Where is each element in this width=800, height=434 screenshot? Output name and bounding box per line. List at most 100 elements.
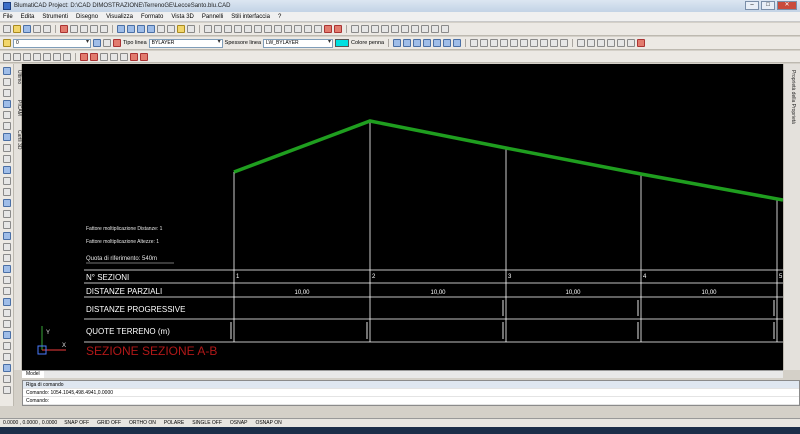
snap-node-icon[interactable] [500, 39, 509, 47]
edit-text-icon[interactable] [120, 52, 128, 61]
snap-endpoint-icon[interactable] [470, 39, 479, 47]
paste-icon[interactable] [80, 25, 88, 33]
tool-2-icon[interactable] [2, 78, 11, 86]
hatch-icon[interactable] [284, 25, 292, 33]
zoom-realtime-icon[interactable] [127, 25, 135, 33]
pan-icon[interactable] [117, 25, 125, 33]
tool-9-icon[interactable] [2, 155, 11, 163]
cancel-icon[interactable] [140, 52, 148, 61]
stop-icon[interactable] [130, 52, 138, 61]
tool-8-icon[interactable] [2, 144, 11, 152]
layer-manager-icon[interactable] [3, 39, 11, 47]
snap-perpendicular-icon[interactable] [530, 39, 539, 47]
lineweight-select[interactable]: LW_BYLAYER [263, 38, 334, 48]
tool-21-icon[interactable] [2, 287, 11, 295]
point-icon[interactable] [294, 25, 302, 33]
menu-edita[interactable]: Edita [21, 14, 35, 20]
trim-icon[interactable] [3, 52, 11, 61]
edit-polyline-icon[interactable] [110, 52, 118, 61]
minimize-button[interactable]: – [745, 1, 759, 10]
rectangle-icon[interactable] [244, 25, 252, 33]
tool-4-icon[interactable] [2, 100, 11, 108]
tool-6-icon[interactable] [2, 122, 11, 130]
tool-15-icon[interactable] [2, 221, 11, 229]
measure-icon[interactable] [421, 25, 429, 33]
polar-toggle[interactable]: POLARE [163, 420, 185, 426]
redo-icon[interactable] [100, 25, 108, 33]
tab-cartli-3d[interactable]: Cartli 3D [14, 130, 22, 149]
tab-ultimo[interactable]: Ultimo [14, 70, 22, 84]
open-file-icon[interactable] [13, 25, 21, 33]
tool-20-icon[interactable] [2, 276, 11, 284]
osnap-button[interactable]: OSNAP [229, 420, 249, 426]
tool-12-icon[interactable] [2, 188, 11, 196]
tool-29-icon[interactable] [2, 375, 11, 383]
menu-strumenti[interactable]: Strumenti [42, 14, 68, 20]
insert-block-icon[interactable] [314, 25, 322, 33]
properties-icon[interactable] [157, 25, 165, 33]
dimension-angle-icon[interactable] [381, 25, 389, 33]
tool-24-icon[interactable] [2, 320, 11, 328]
dimension-aligned-icon[interactable] [361, 25, 369, 33]
snap-midpoint-icon[interactable] [480, 39, 489, 47]
layer-select[interactable]: 0 [13, 38, 91, 48]
layer-current-icon[interactable] [93, 39, 101, 47]
mirror-icon[interactable] [617, 39, 626, 47]
snap-quadrant-icon[interactable] [510, 39, 519, 47]
mtext-icon[interactable] [334, 25, 342, 33]
region-icon[interactable] [441, 25, 449, 33]
tool-16-icon[interactable] [2, 232, 11, 240]
block-icon[interactable] [304, 25, 312, 33]
arc-icon[interactable] [224, 25, 232, 33]
print-icon[interactable] [33, 25, 41, 33]
chamfer-icon[interactable] [43, 52, 51, 61]
menu-visualizza[interactable]: Visualizza [106, 14, 133, 20]
copy-object-icon[interactable] [587, 39, 596, 47]
text-icon[interactable] [324, 25, 332, 33]
tool-14-icon[interactable] [2, 210, 11, 218]
zoom-in-icon[interactable] [393, 39, 402, 47]
erase-icon[interactable] [637, 39, 646, 47]
linetype-select[interactable]: BYLAYER [148, 38, 223, 48]
pen-color-swatch[interactable] [335, 39, 350, 47]
design-center-icon[interactable] [167, 25, 175, 33]
menu-disegno[interactable]: Disegno [76, 14, 98, 20]
array-icon[interactable] [63, 52, 71, 61]
cut-icon[interactable] [60, 25, 68, 33]
tool-26-icon[interactable] [2, 342, 11, 350]
offset-icon[interactable] [627, 39, 636, 47]
circle-icon[interactable] [234, 25, 242, 33]
snap-none-icon[interactable] [560, 39, 569, 47]
menu-help[interactable]: ? [278, 14, 281, 20]
delete-icon[interactable] [80, 52, 88, 61]
menu-stili-interfaccia[interactable]: Stili interfaccia [231, 14, 270, 20]
tool-17-icon[interactable] [2, 243, 11, 251]
stretch-icon[interactable] [53, 52, 61, 61]
center-mark-icon[interactable] [411, 25, 419, 33]
tool-18-icon[interactable] [2, 254, 11, 262]
layer-off-icon[interactable] [113, 39, 121, 47]
snap-intersection-icon[interactable] [520, 39, 529, 47]
scale-icon[interactable] [607, 39, 616, 47]
copy-icon[interactable] [70, 25, 78, 33]
menu-file[interactable]: File [3, 14, 13, 20]
tool-30-icon[interactable] [2, 386, 11, 394]
tool-1-icon[interactable] [2, 67, 11, 75]
polyline-icon[interactable] [214, 25, 222, 33]
tab-picam[interactable]: PICAM [14, 100, 22, 116]
polygon-icon[interactable] [254, 25, 262, 33]
line-icon[interactable] [204, 25, 212, 33]
command-input[interactable]: Comando: [23, 397, 799, 405]
tool-11-icon[interactable] [2, 177, 11, 185]
extend-icon[interactable] [13, 52, 21, 61]
spline-icon[interactable] [264, 25, 272, 33]
tool-10-icon[interactable] [2, 166, 11, 174]
save-icon[interactable] [23, 25, 31, 33]
leader-icon[interactable] [391, 25, 399, 33]
ellipse-icon[interactable] [274, 25, 282, 33]
menu-pannelli[interactable]: Pannelli [202, 14, 223, 20]
new-file-icon[interactable] [3, 25, 11, 33]
zoom-previous-icon[interactable] [147, 25, 155, 33]
move-icon[interactable] [577, 39, 586, 47]
grid-toggle[interactable]: GRID OFF [96, 420, 122, 426]
